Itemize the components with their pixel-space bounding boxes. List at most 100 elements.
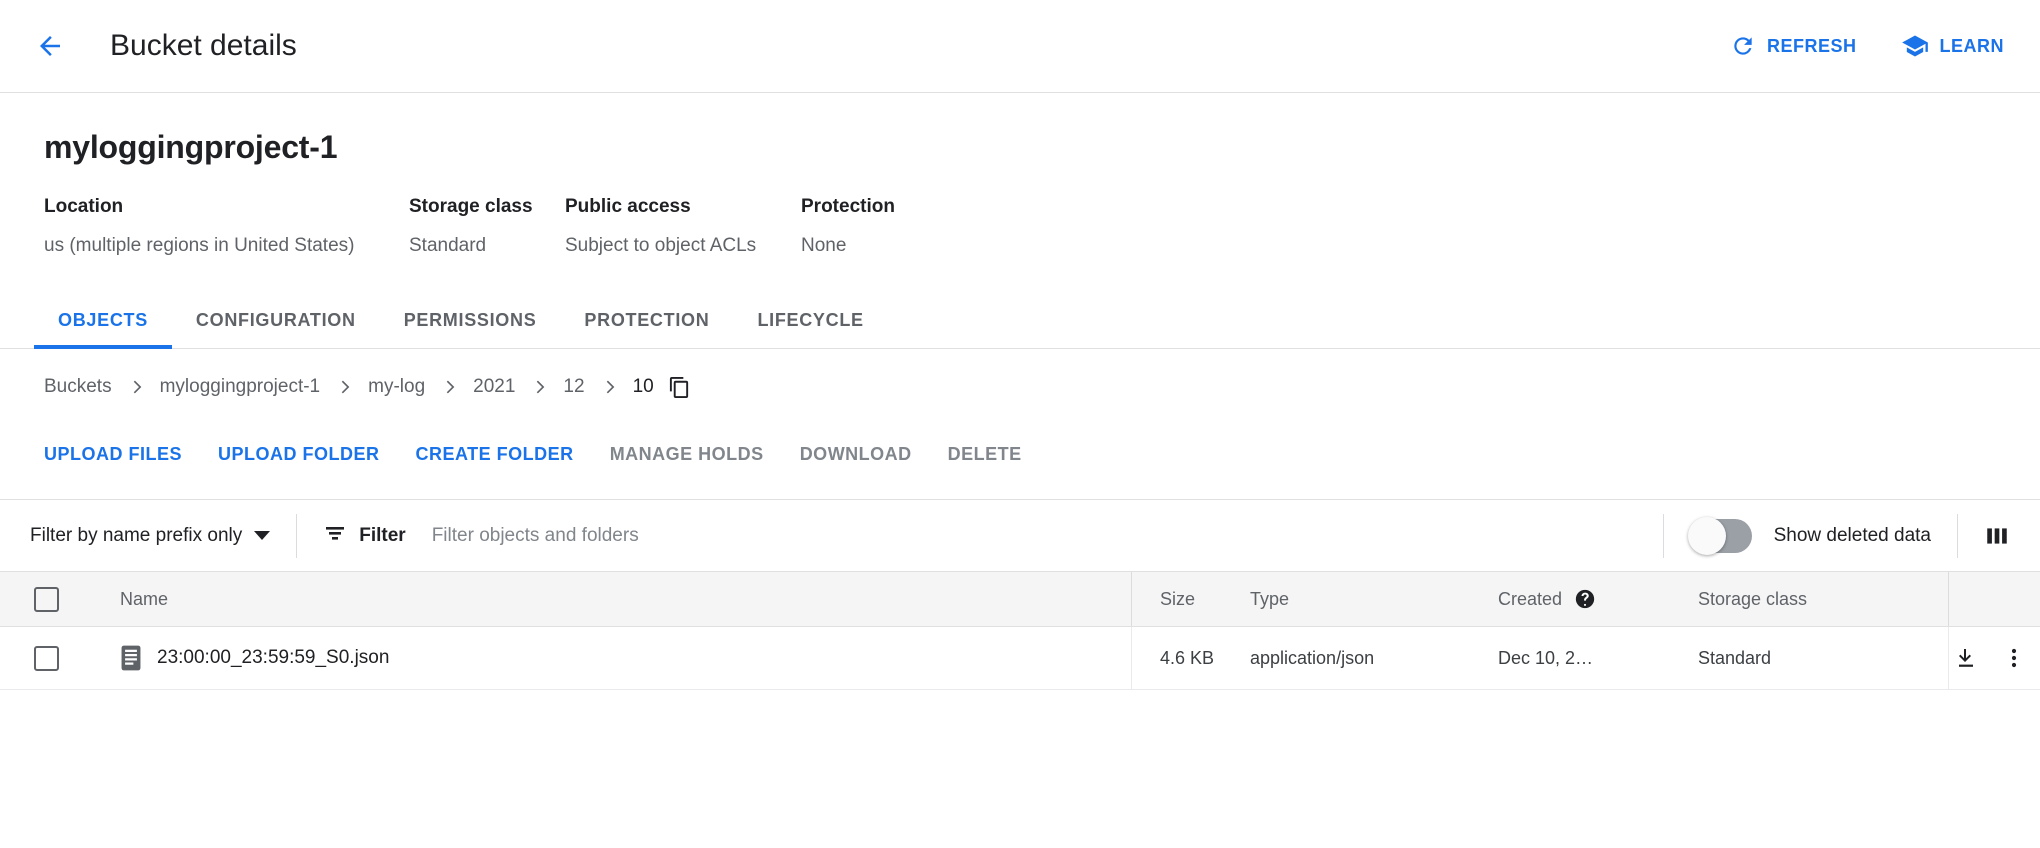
column-label: Name [120, 589, 168, 610]
breadcrumb-item-bucket[interactable]: myloggingproject-1 [160, 376, 321, 398]
column-label: Created [1498, 589, 1562, 610]
tab-objects[interactable]: OBJECTS [34, 293, 172, 348]
copy-icon[interactable] [668, 376, 691, 399]
meta-label: Storage class [409, 196, 565, 218]
manage-holds-button: MANAGE HOLDS [610, 444, 764, 465]
breadcrumb: Buckets myloggingproject-1 my-log 2021 1… [0, 349, 2040, 425]
select-all-cell [0, 587, 92, 612]
filter-mode-dropdown[interactable]: Filter by name prefix only [30, 525, 270, 547]
chevron-right-icon [599, 377, 619, 397]
created-value: Dec 10, 2… [1498, 648, 1593, 669]
breadcrumb-item-year[interactable]: 2021 [473, 376, 515, 398]
cell-object-name[interactable]: 23:00:00_23:59:59_S0.json [92, 627, 1132, 689]
upload-folder-button[interactable]: UPLOAD FOLDER [218, 444, 380, 465]
more-vert-icon[interactable] [1997, 646, 2031, 670]
toggle-knob [1688, 517, 1726, 555]
type-value: application/json [1250, 648, 1374, 668]
breadcrumb-item-buckets[interactable]: Buckets [44, 376, 112, 398]
column-header-name[interactable]: Name [92, 572, 1132, 626]
size-value: 4.6 KB [1160, 648, 1214, 668]
filter-label: Filter [359, 525, 405, 547]
divider [1663, 514, 1664, 558]
toggle-track[interactable] [1690, 519, 1752, 553]
meta-value: Subject to object ACLs [565, 235, 801, 257]
breadcrumb-item-day: 10 [633, 376, 654, 398]
meta-label: Protection [801, 196, 1001, 218]
breadcrumb-item-my-log[interactable]: my-log [368, 376, 425, 398]
tab-label: LIFECYCLE [757, 310, 863, 331]
column-label: Size [1160, 589, 1195, 609]
tab-label: OBJECTS [58, 310, 148, 331]
table-row[interactable]: 23:00:00_23:59:59_S0.json 4.6 KB applica… [0, 627, 2040, 690]
tab-lifecycle[interactable]: LIFECYCLE [733, 293, 887, 348]
filter-bar: Filter by name prefix only Filter Show d… [0, 499, 2040, 571]
filter-button[interactable]: Filter [323, 521, 405, 550]
refresh-icon [1730, 33, 1756, 59]
tab-label: PROTECTION [584, 310, 709, 331]
toggle-label: Show deleted data [1774, 525, 1931, 547]
top-app-bar: Bucket details REFRESH LEARN [0, 0, 2040, 93]
back-button[interactable] [28, 24, 72, 68]
file-json-icon [120, 645, 142, 671]
column-header-size[interactable]: Size [1132, 589, 1250, 610]
tab-configuration[interactable]: CONFIGURATION [172, 293, 380, 348]
meta-value: us (multiple regions in United States) [44, 235, 409, 257]
show-deleted-data-toggle[interactable]: Show deleted data [1690, 519, 1931, 553]
select-all-checkbox[interactable] [34, 587, 59, 612]
arrow-back-icon [35, 31, 65, 61]
column-header-storage-class[interactable]: Storage class [1698, 589, 1948, 610]
filter-input[interactable] [430, 524, 1034, 548]
meta-value: None [801, 235, 1001, 257]
page-title: Bucket details [110, 29, 297, 63]
column-header-type[interactable]: Type [1250, 589, 1498, 610]
learn-label: LEARN [1940, 36, 2005, 57]
column-settings-button[interactable] [1984, 523, 2010, 549]
row-select-cell [0, 646, 92, 671]
chevron-down-icon [254, 531, 270, 540]
meta-public-access: Public access Subject to object ACLs [565, 196, 801, 257]
bucket-summary: myloggingproject-1 Location us (multiple… [0, 93, 2040, 257]
create-folder-button[interactable]: CREATE FOLDER [416, 444, 574, 465]
learn-button[interactable]: LEARN [1901, 32, 2005, 60]
download-icon[interactable] [1949, 646, 1983, 670]
column-header-created[interactable]: Created [1498, 588, 1698, 610]
object-actions-toolbar: UPLOAD FILES UPLOAD FOLDER CREATE FOLDER… [0, 425, 2040, 483]
storage-class-value: Standard [1698, 648, 1771, 668]
column-label: Type [1250, 589, 1289, 609]
tab-label: PERMISSIONS [404, 310, 537, 331]
refresh-label: REFRESH [1767, 36, 1857, 57]
row-checkbox[interactable] [34, 646, 59, 671]
chevron-right-icon [529, 377, 549, 397]
meta-location: Location us (multiple regions in United … [44, 196, 409, 257]
tab-bar: OBJECTS CONFIGURATION PERMISSIONS PROTEC… [0, 293, 2040, 349]
meta-label: Location [44, 196, 409, 218]
table-header-row: Name Size Type Created Storage class [0, 571, 2040, 627]
bucket-metadata-row: Location us (multiple regions in United … [44, 196, 1996, 257]
column-settings-icon [1984, 523, 2010, 549]
refresh-button[interactable]: REFRESH [1730, 33, 1857, 59]
objects-table: Name Size Type Created Storage class [0, 571, 2040, 690]
upload-files-button[interactable]: UPLOAD FILES [44, 444, 182, 465]
column-label: Storage class [1698, 589, 1807, 609]
chevron-right-icon [334, 377, 354, 397]
school-icon [1901, 32, 1929, 60]
meta-value: Standard [409, 235, 565, 257]
tab-permissions[interactable]: PERMISSIONS [380, 293, 561, 348]
help-icon[interactable] [1574, 588, 1596, 610]
tab-protection[interactable]: PROTECTION [560, 293, 733, 348]
filter-list-icon [323, 521, 347, 550]
bucket-name: myloggingproject-1 [44, 129, 1996, 166]
chevron-right-icon [126, 377, 146, 397]
divider [296, 514, 297, 558]
cell-created: Dec 10, 2… [1498, 648, 1698, 669]
meta-storage-class: Storage class Standard [409, 196, 565, 257]
tab-label: CONFIGURATION [196, 310, 356, 331]
meta-label: Public access [565, 196, 801, 218]
cell-size: 4.6 KB [1132, 648, 1250, 669]
cell-storage-class: Standard [1698, 648, 1948, 669]
chevron-right-icon [439, 377, 459, 397]
delete-button: DELETE [948, 444, 1022, 465]
breadcrumb-item-month[interactable]: 12 [563, 376, 584, 398]
filter-mode-label: Filter by name prefix only [30, 525, 242, 547]
divider [1957, 514, 1958, 558]
